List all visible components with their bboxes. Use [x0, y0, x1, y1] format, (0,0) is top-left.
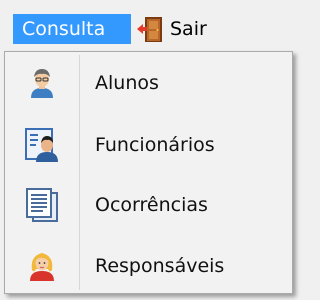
menu-sair-label: Sair: [170, 18, 207, 40]
exit-door-icon: [137, 17, 162, 42]
menu-item-alunos[interactable]: Alunos: [7, 56, 290, 110]
menu-item-label: Responsáveis: [95, 255, 225, 277]
documents-icon: [26, 188, 58, 222]
guardian-icon: [30, 253, 54, 281]
menu-item-funcionarios[interactable]: Funcionários: [7, 118, 290, 172]
menu-sair[interactable]: Sair: [136, 14, 246, 44]
student-icon: [31, 69, 53, 98]
menu-item-ocorrencias[interactable]: Ocorrências: [7, 178, 290, 232]
menu-item-label: Ocorrências: [95, 194, 208, 216]
menu-consulta[interactable]: Consulta: [13, 14, 131, 44]
menu-bar: Consulta Sair: [0, 0, 299, 46]
menu-consulta-label: Consulta: [22, 18, 106, 40]
consulta-dropdown-menu: Alunos Funcionários Ocorrências Responsá…: [4, 51, 293, 294]
menu-item-label: Alunos: [95, 72, 159, 94]
menu-item-label: Funcionários: [95, 134, 215, 156]
employee-icon: [25, 128, 58, 162]
menu-item-responsaveis[interactable]: Responsáveis: [7, 239, 290, 293]
